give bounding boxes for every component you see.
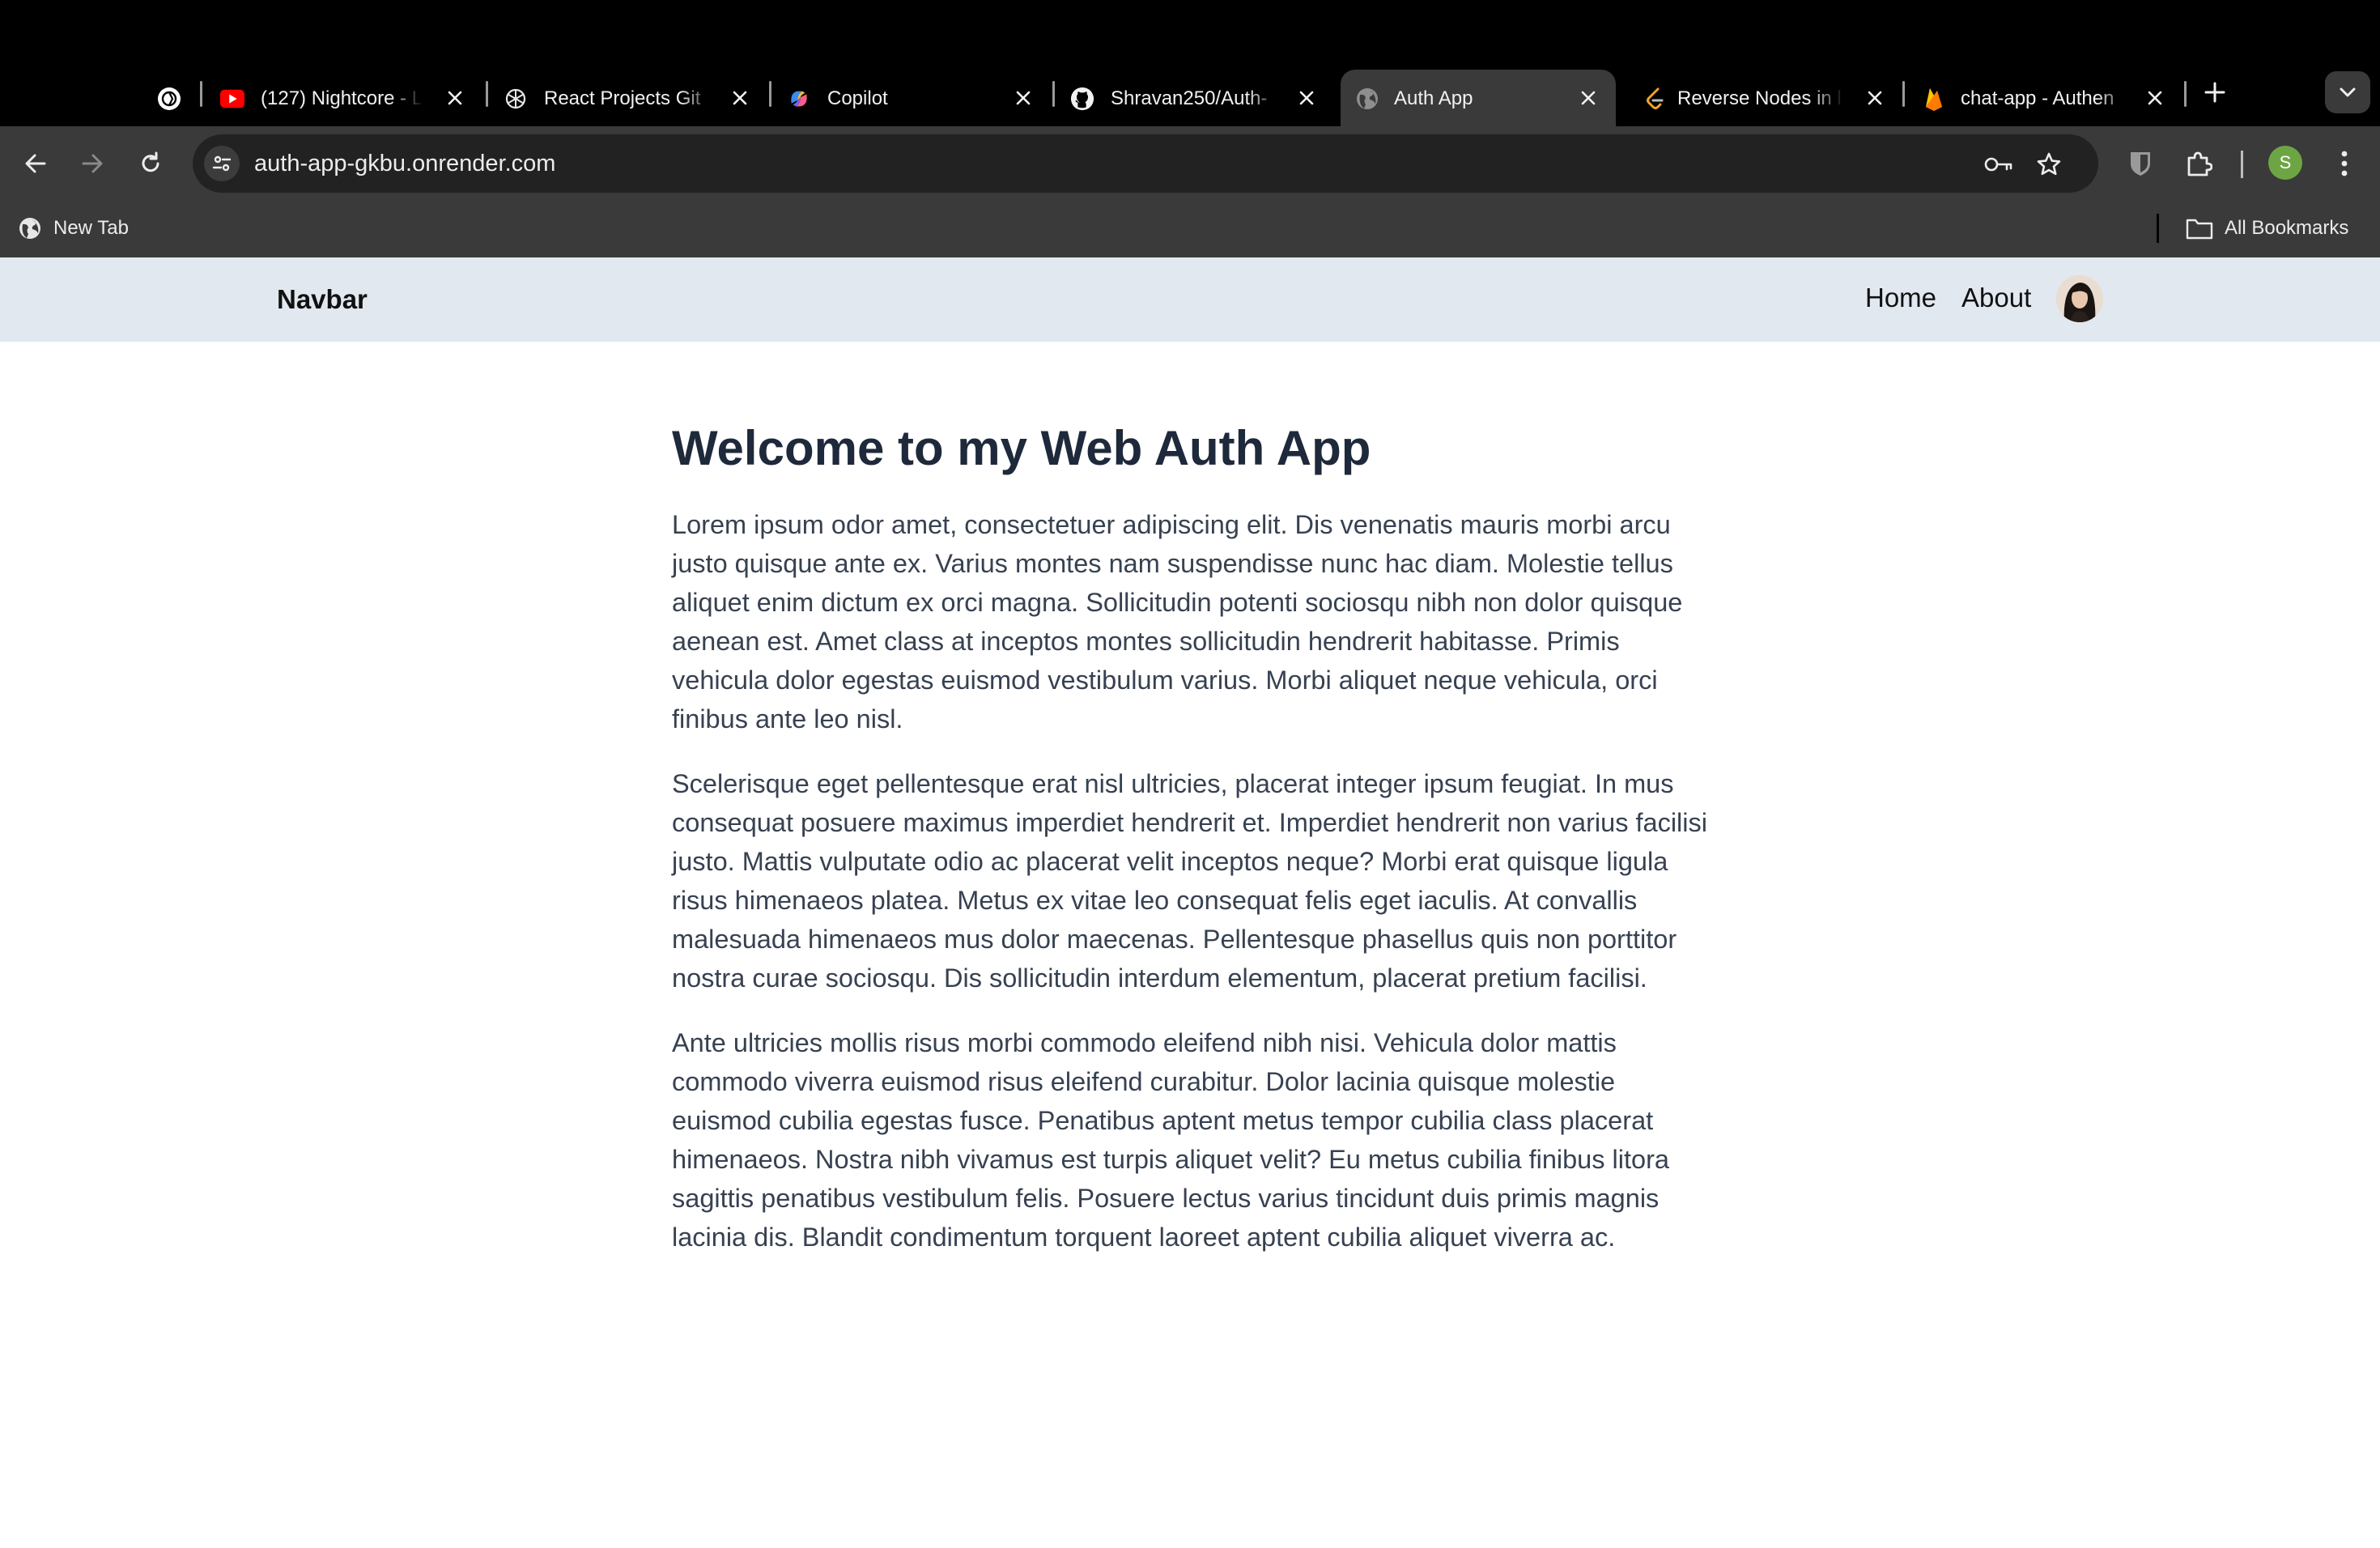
- tab-separator: [769, 81, 771, 107]
- bookmarks-bar: New Tab All Bookmarks: [0, 201, 2380, 257]
- reload-icon: [142, 151, 159, 172]
- toolbar-divider: [2241, 151, 2243, 178]
- nav-link-home[interactable]: Home: [1865, 280, 1936, 316]
- tab-chatgpt[interactable]: [142, 70, 196, 126]
- close-icon[interactable]: [727, 85, 753, 111]
- nav-link-about[interactable]: About: [1961, 280, 2031, 316]
- tab-title: Reverse Nodes in l: [1677, 87, 1842, 109]
- tab-separator: [2184, 81, 2187, 107]
- back-button[interactable]: [15, 142, 57, 185]
- shield-icon: [2131, 152, 2150, 176]
- youtube-icon: [220, 87, 244, 111]
- tab-separator: [1902, 81, 1905, 107]
- tab-title: chat-app - Authen: [1961, 87, 2114, 109]
- firebase-icon: [1922, 87, 1946, 111]
- folder-icon: [2186, 219, 2213, 240]
- close-icon[interactable]: [2142, 85, 2168, 111]
- page-title: Welcome to my Web Auth App: [672, 421, 1371, 475]
- url-text[interactable]: auth-app-gkbu.onrender.com: [254, 149, 555, 178]
- github-icon: [1070, 87, 1094, 111]
- key-icon[interactable]: [1983, 149, 2014, 180]
- arrow-left-icon: [25, 154, 46, 173]
- bookmark-star-icon[interactable]: [2034, 149, 2064, 180]
- profile-avatar[interactable]: S: [2268, 146, 2302, 180]
- new-tab-button[interactable]: [2200, 78, 2229, 107]
- bookmark-new-tab[interactable]: New Tab: [18, 214, 129, 243]
- extensions-button[interactable]: [2178, 142, 2220, 185]
- chevron-down-icon: [2340, 87, 2356, 97]
- paragraph: Ante ultricies mollis risus morbi commod…: [672, 1028, 1669, 1252]
- tab-auth-app[interactable]: Auth App: [1341, 70, 1616, 126]
- copilot-icon: [787, 87, 811, 111]
- close-icon[interactable]: [1294, 85, 1320, 111]
- bookmark-label: New Tab: [53, 217, 129, 239]
- leetcode-icon: [1643, 87, 1668, 111]
- address-bar[interactable]: auth-app-gkbu.onrender.com: [193, 134, 2098, 193]
- tab-title: Copilot: [827, 87, 888, 109]
- tab-separator: [1052, 81, 1055, 107]
- user-avatar[interactable]: [2056, 275, 2103, 322]
- bookmarks-divider: [2157, 214, 2159, 243]
- tab-title: Auth App: [1394, 87, 1473, 109]
- tab-separator: [486, 81, 488, 107]
- tab-copilot[interactable]: Copilot: [772, 70, 1041, 126]
- tab-firebase[interactable]: chat-app - Authen: [1907, 70, 2176, 126]
- close-icon[interactable]: [442, 85, 468, 111]
- all-bookmarks-label: All Bookmarks: [2225, 217, 2349, 239]
- paragraph: Scelerisque eget pellentesque erat nisl …: [672, 769, 1707, 993]
- forward-button[interactable]: [71, 142, 113, 185]
- globe-icon: [19, 218, 40, 239]
- tab-react-projects[interactable]: React Projects Git: [489, 70, 758, 126]
- menu-button[interactable]: [2323, 142, 2365, 185]
- close-icon[interactable]: [1575, 85, 1601, 111]
- kebab-menu-icon: [2341, 151, 2348, 176]
- close-icon[interactable]: [1010, 85, 1036, 111]
- tab-title: (127) Nightcore - L: [261, 87, 423, 109]
- openai-chatgpt-icon: [157, 87, 181, 111]
- openai-icon: [504, 87, 528, 111]
- navbar-brand[interactable]: Navbar: [277, 282, 368, 317]
- extension-bitwarden-button[interactable]: [2119, 142, 2161, 185]
- tab-separator: [200, 81, 202, 107]
- reload-button[interactable]: [130, 142, 172, 185]
- paragraph: Lorem ipsum odor amet, consectetuer adip…: [672, 510, 1683, 734]
- site-navbar: Navbar Home About: [0, 257, 2380, 342]
- all-bookmarks-button[interactable]: All Bookmarks: [2186, 214, 2348, 243]
- globe-icon: [1355, 87, 1379, 111]
- puzzle-icon: [2187, 151, 2212, 176]
- tab-leetcode[interactable]: Reverse Nodes in l: [1629, 70, 1898, 126]
- close-icon[interactable]: [1862, 85, 1888, 111]
- site-info-icon[interactable]: [204, 146, 240, 181]
- arrow-right-icon: [82, 154, 103, 173]
- tab-strip: (127) Nightcore - L React Projects Git C…: [0, 0, 2380, 126]
- browser-chrome: (127) Nightcore - L React Projects Git C…: [0, 0, 2380, 257]
- browser-toolbar: auth-app-gkbu.onrender.com S: [0, 126, 2380, 201]
- tab-title: React Projects Git: [544, 87, 701, 109]
- plus-icon: [2204, 82, 2225, 103]
- tab-youtube[interactable]: (127) Nightcore - L: [206, 70, 474, 126]
- tab-title: Shravan250/Auth-: [1111, 87, 1268, 109]
- tab-search-button[interactable]: [2325, 71, 2370, 113]
- tab-github[interactable]: Shravan250/Auth-: [1056, 70, 1324, 126]
